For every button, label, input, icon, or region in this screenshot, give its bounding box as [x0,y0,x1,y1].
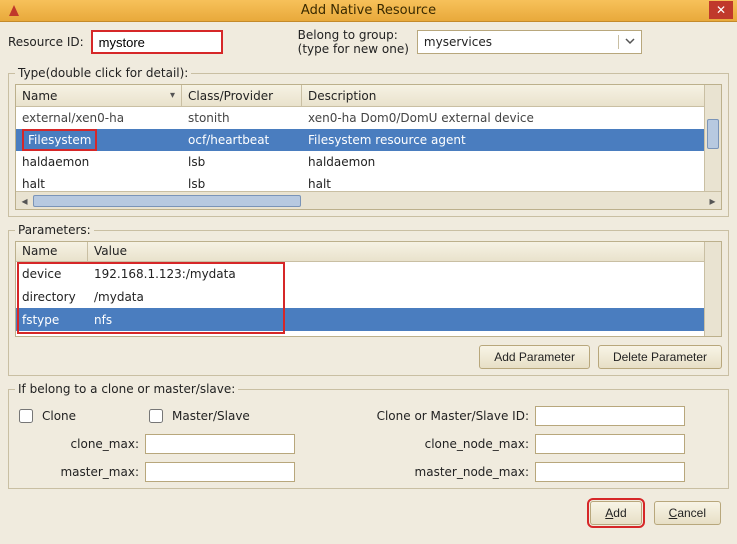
type-table[interactable]: Name ▾ Class/Provider Description extern… [15,84,722,210]
cancel-button-rest: ancel [677,506,706,520]
parameters-table[interactable]: Name Value device192.168.1.123:/mydatadi… [15,241,722,337]
vertical-scrollbar[interactable] [704,242,721,336]
clone-ms-id-input[interactable] [535,406,685,426]
type-cell-class: ocf/heartbeat [182,131,302,149]
scroll-left-icon[interactable]: ◂ [16,192,33,209]
clone-max-input[interactable] [145,434,295,454]
clone-node-max-input[interactable] [535,434,685,454]
table-row[interactable]: fstypenfs [16,308,721,331]
master-slave-checkbox-label: Master/Slave [172,409,250,423]
clone-ms-id-label: Clone or Master/Slave ID: [365,409,535,423]
add-button-rest: dd [613,506,626,520]
cancel-button[interactable]: Cancel [654,501,721,525]
clone-checkbox-wrap: Clone [15,406,145,426]
master-slave-checkbox[interactable] [149,409,163,423]
type-cell-name: halt [16,175,182,193]
param-cell-value: /mydata [88,288,721,306]
clone-checkbox[interactable] [19,409,33,423]
type-table-header: Name ▾ Class/Provider Description [16,85,721,107]
param-cell-value: 192.168.1.123:/mydata [88,265,721,283]
master-node-max-input[interactable] [535,462,685,482]
dialog-buttons: Add Cancel [8,495,729,525]
type-cell-name: Filesystem [16,127,182,153]
table-row[interactable]: Filesystemocf/heartbeatFilesystem resour… [16,129,721,151]
delete-parameter-button[interactable]: Delete Parameter [598,345,722,369]
resource-id-input[interactable] [92,31,222,53]
type-fieldset: Type(double click for detail): Name ▾ Cl… [8,66,729,217]
belong-label-line2: (type for new one) [298,42,409,56]
close-icon[interactable]: ✕ [709,1,733,19]
type-col-class-label: Class/Provider [188,89,273,103]
scroll-thumb-h[interactable] [33,195,301,207]
type-cell-name: external/xen0-ha [16,109,182,127]
param-cell-name: directory [16,288,88,306]
type-cell-class: lsb [182,153,302,171]
master-node-max-label: master_node_max: [365,465,535,479]
table-row[interactable]: device192.168.1.123:/mydata [16,262,721,285]
type-col-name[interactable]: Name ▾ [16,85,182,106]
window-title: Add Native Resource [0,3,737,18]
master-slave-checkbox-wrap: Master/Slave [145,406,305,426]
type-cell-class: stonith [182,109,302,127]
clone-checkbox-label: Clone [42,409,76,423]
title-bar: Add Native Resource ✕ [0,0,737,22]
clone-fieldset: If belong to a clone or master/slave: Cl… [8,382,729,489]
type-cell-class: lsb [182,175,302,193]
belong-group-value: myservices [424,35,492,49]
type-col-class[interactable]: Class/Provider [182,85,302,106]
clone-max-label: clone_max: [15,437,145,451]
horizontal-scrollbar[interactable]: ◂ ▸ [16,191,721,209]
master-max-label: master_max: [15,465,145,479]
chevron-down-icon [618,35,635,49]
param-col-name[interactable]: Name [16,242,88,261]
type-cell-desc: halt [302,175,721,193]
clone-node-max-label: clone_node_max: [365,437,535,451]
cancel-button-ul: C [669,506,678,520]
add-parameter-button[interactable]: Add Parameter [479,345,590,369]
type-cell-desc: xen0-ha Dom0/DomU external device [302,109,721,127]
table-row[interactable]: directory/mydata [16,285,721,308]
resource-id-row: Resource ID: Belong to group: (type for … [8,28,729,56]
parameters-fieldset: Parameters: Name Value device192.168.1.1… [8,223,729,376]
vertical-scrollbar[interactable] [704,85,721,191]
type-col-name-label: Name [22,89,57,103]
type-cell-name: haldaemon [16,153,182,171]
clone-legend: If belong to a clone or master/slave: [15,382,238,396]
param-col-value[interactable]: Value [88,242,721,261]
type-legend: Type(double click for detail): [15,66,191,80]
type-cell-desc: haldaemon [302,153,721,171]
belong-label: Belong to group: (type for new one) [298,28,409,56]
sort-down-icon: ▾ [170,90,175,101]
resource-id-label: Resource ID: [8,35,84,49]
master-max-input[interactable] [145,462,295,482]
type-col-desc[interactable]: Description [302,85,721,106]
add-button[interactable]: Add [590,501,641,525]
table-row[interactable]: haldaemonlsbhaldaemon [16,151,721,173]
belong-group-dropdown[interactable]: myservices [417,30,642,54]
type-col-desc-label: Description [308,89,376,103]
scroll-thumb[interactable] [707,119,719,149]
param-cell-name: fstype [16,311,88,329]
scroll-track[interactable] [33,195,704,207]
scroll-right-icon[interactable]: ▸ [704,192,721,209]
parameters-legend: Parameters: [15,223,94,237]
type-cell-desc: Filesystem resource agent [302,131,721,149]
param-cell-name: device [16,265,88,283]
belong-label-line1: Belong to group: [298,28,409,42]
parameters-header: Name Value [16,242,721,262]
param-cell-value: nfs [88,311,721,329]
